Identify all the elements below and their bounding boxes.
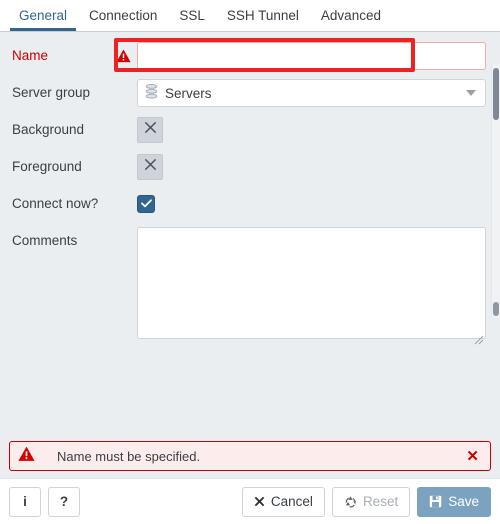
cancel-button[interactable]: Cancel	[241, 486, 325, 517]
x-icon	[143, 120, 158, 140]
scrollbar-thumb[interactable]	[493, 68, 499, 120]
server-group-select[interactable]: Servers	[137, 79, 486, 107]
server-group-value: Servers	[165, 85, 212, 101]
tab-advanced[interactable]: Advanced	[310, 0, 392, 31]
help-button[interactable]: ?	[48, 486, 80, 517]
server-group-label: Server group	[12, 85, 91, 100]
name-label: Name	[12, 48, 49, 63]
dialog-footer: i ? Cancel Reset Save	[0, 478, 500, 524]
tab-general-label: General	[19, 8, 68, 23]
recycle-icon	[344, 495, 357, 508]
tab-ssl[interactable]: SSL	[168, 0, 216, 31]
scrollbar-thumb-secondary[interactable]	[493, 302, 499, 316]
chevron-down-icon	[466, 90, 476, 96]
field-row-server-group: Server group Servers	[0, 79, 500, 107]
connect-now-checkbox[interactable]	[137, 195, 155, 213]
tab-general[interactable]: General	[8, 0, 78, 31]
close-icon[interactable]: ✕	[464, 447, 481, 466]
comments-label: Comments	[12, 233, 78, 248]
tab-advanced-label: Advanced	[320, 8, 381, 23]
info-icon: i	[23, 494, 27, 509]
tab-connection[interactable]: Connection	[78, 0, 168, 31]
error-alert-message: Name must be specified.	[57, 448, 201, 464]
foreground-color-button[interactable]	[137, 154, 163, 180]
save-button-label: Save	[448, 494, 479, 509]
question-icon: ?	[59, 494, 69, 509]
background-color-button[interactable]	[137, 117, 163, 143]
background-label: Background	[12, 122, 85, 137]
field-row-name: Name	[0, 42, 500, 70]
field-row-foreground: Foreground	[0, 153, 500, 181]
form-body: Name Server group Servers Background For…	[0, 32, 500, 441]
warning-triangle-icon	[18, 446, 35, 467]
error-alert: Name must be specified. ✕	[9, 441, 491, 471]
tab-ssh-tunnel[interactable]: SSH Tunnel	[216, 0, 310, 31]
reset-button-label: Reset	[362, 494, 399, 509]
server-dialog: General Connection SSL SSH Tunnel Advanc…	[0, 0, 500, 524]
tab-ssh-tunnel-label: SSH Tunnel	[226, 8, 299, 23]
dialog-tabbar: General Connection SSL SSH Tunnel Advanc…	[0, 0, 500, 32]
field-row-connect-now: Connect now?	[0, 190, 500, 218]
server-stack-icon	[145, 84, 158, 102]
connect-now-label: Connect now?	[12, 196, 99, 211]
warning-triangle-icon	[115, 42, 131, 70]
save-disk-icon	[429, 495, 442, 508]
reset-button[interactable]: Reset	[331, 486, 411, 517]
close-x-icon	[254, 496, 265, 507]
comments-textarea[interactable]	[137, 227, 486, 339]
save-button[interactable]: Save	[417, 486, 491, 517]
tab-ssl-label: SSL	[179, 8, 205, 23]
foreground-label: Foreground	[12, 159, 82, 174]
field-row-comments: Comments	[0, 227, 500, 345]
field-row-background: Background	[0, 116, 500, 144]
check-icon	[140, 195, 152, 213]
x-icon	[143, 157, 158, 177]
info-button[interactable]: i	[9, 486, 41, 517]
tab-connection-label: Connection	[89, 8, 158, 23]
vertical-scrollbar[interactable]	[491, 64, 500, 318]
name-input[interactable]	[137, 42, 486, 70]
cancel-button-label: Cancel	[270, 494, 313, 509]
